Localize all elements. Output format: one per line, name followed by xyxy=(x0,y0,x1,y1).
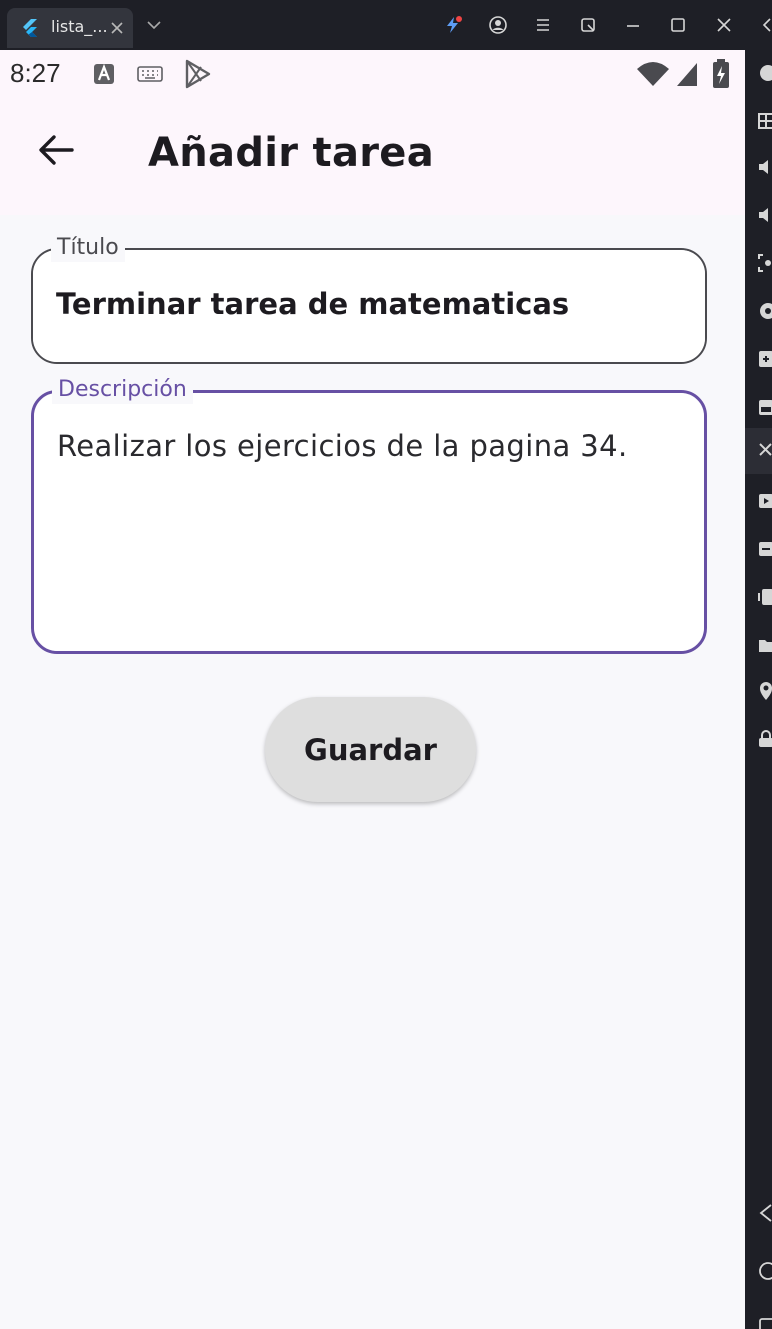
battery-icon xyxy=(713,59,729,88)
tab-title: lista_... xyxy=(51,17,108,36)
screenshot-icon[interactable] xyxy=(757,252,772,274)
video-icon[interactable] xyxy=(757,490,772,512)
wifi-icon xyxy=(637,62,669,86)
minimize-icon[interactable] xyxy=(624,16,642,34)
description-field-label: Descripción xyxy=(52,376,193,404)
folder-icon[interactable] xyxy=(757,634,772,656)
volume-down-icon[interactable] xyxy=(757,204,772,226)
chevron-down-icon[interactable] xyxy=(146,19,162,31)
status-bar: 8:27 xyxy=(0,50,745,100)
lock-icon[interactable] xyxy=(757,728,772,750)
back-button[interactable] xyxy=(28,122,84,178)
scissors-icon[interactable] xyxy=(757,440,772,462)
maximize-icon[interactable] xyxy=(669,16,687,34)
autofill-icon xyxy=(94,63,114,84)
chevron-left-icon[interactable] xyxy=(758,17,772,33)
cellular-signal-icon xyxy=(677,63,697,86)
nav-overview-icon[interactable] xyxy=(757,1316,772,1329)
arrow-back-icon xyxy=(39,135,74,165)
nav-back-icon[interactable] xyxy=(757,1202,772,1224)
page-title: Añadir tarea xyxy=(148,130,434,176)
menu-icon[interactable] xyxy=(534,16,552,34)
grid-icon[interactable] xyxy=(757,110,772,132)
flash-icon[interactable] xyxy=(444,16,462,34)
flutter-icon xyxy=(23,19,37,37)
app-bar: Añadir tarea xyxy=(0,100,745,215)
description-input[interactable]: Realizar los ejercicios de la pagina 34. xyxy=(57,429,684,463)
phone-screen: 8:27 Añadir tarea Título Terminar tarea … xyxy=(0,50,745,1329)
play-store-icon xyxy=(185,59,211,89)
emulator-toolbar xyxy=(745,50,772,1329)
title-field[interactable]: Título Terminar tarea de matematicas xyxy=(31,234,707,364)
vibrate-icon[interactable] xyxy=(757,586,772,608)
nav-home-icon[interactable] xyxy=(757,1260,772,1282)
description-field[interactable]: Descripción Realizar los ejercicios de l… xyxy=(31,376,707,654)
apk-icon[interactable] xyxy=(757,396,772,418)
emulator-tab[interactable]: lista_... xyxy=(7,8,133,48)
power-icon[interactable] xyxy=(757,62,772,84)
keyboard-icon xyxy=(137,66,163,82)
restore-window-icon[interactable] xyxy=(579,16,597,34)
account-icon[interactable] xyxy=(489,16,507,34)
add-device-icon[interactable] xyxy=(757,348,772,370)
location-icon[interactable] xyxy=(757,680,772,702)
title-field-label: Título xyxy=(51,234,125,262)
status-time: 8:27 xyxy=(10,58,61,88)
title-input[interactable]: Terminar tarea de matematicas xyxy=(56,287,685,321)
save-button[interactable]: Guardar xyxy=(265,697,476,802)
keyboard-icon[interactable] xyxy=(757,538,772,560)
settings-icon[interactable] xyxy=(757,300,772,322)
volume-up-icon[interactable] xyxy=(757,156,772,178)
emulator-titlebar: lista_... xyxy=(0,0,772,50)
close-icon[interactable] xyxy=(110,21,124,35)
close-window-icon[interactable] xyxy=(715,16,733,34)
